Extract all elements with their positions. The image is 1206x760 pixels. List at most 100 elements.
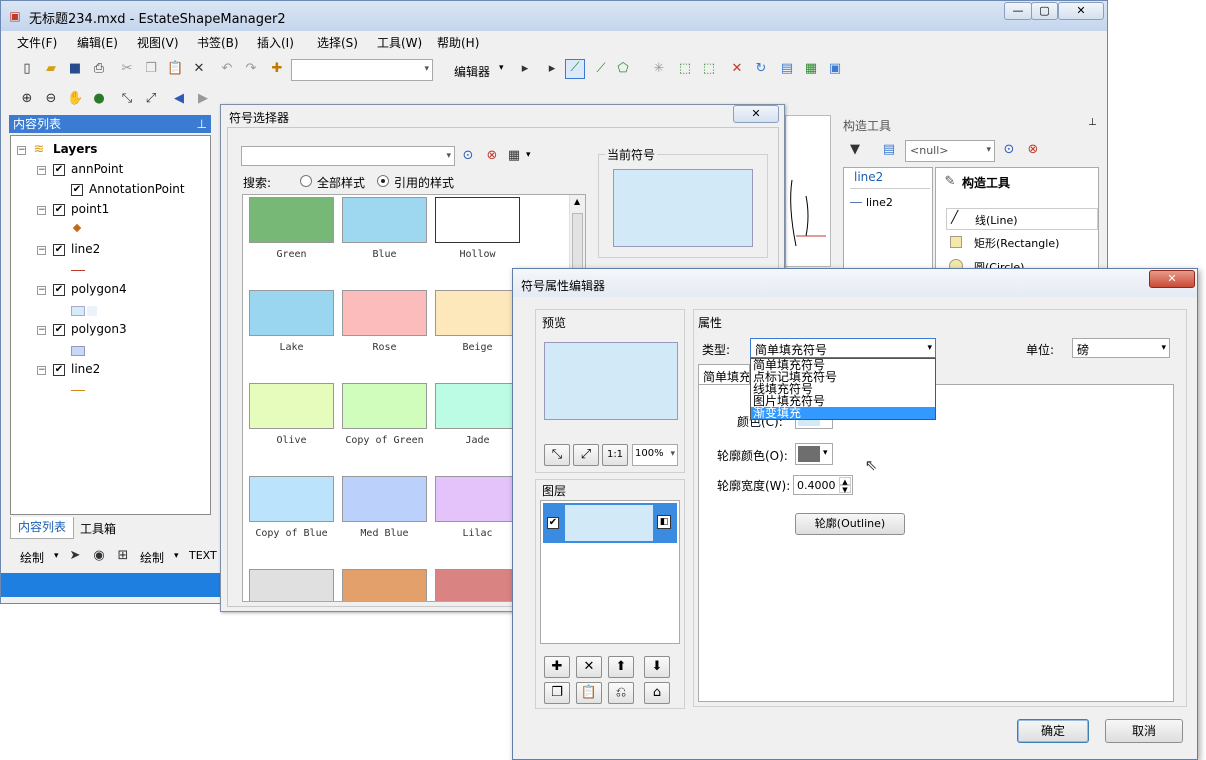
- scroll-up-icon[interactable]: ▲: [574, 197, 580, 206]
- cut-icon[interactable]: ✂: [119, 61, 135, 77]
- symbol-swatch[interactable]: [342, 569, 427, 601]
- draw-menu-2[interactable]: 绘制: [140, 549, 164, 566]
- paste-layer-icon[interactable]: 📋: [576, 682, 602, 704]
- menu-file[interactable]: 文件(F): [17, 34, 57, 51]
- pin-icon[interactable]: ⊥: [197, 115, 207, 133]
- maximize-button[interactable]: ▢: [1031, 2, 1058, 20]
- sketch-tool-icon[interactable]: ⟋: [593, 61, 609, 77]
- collapse-icon[interactable]: −: [37, 206, 46, 215]
- symbol-swatch[interactable]: [249, 197, 334, 243]
- style-combo[interactable]: ▾: [241, 146, 455, 166]
- scroll-thumb[interactable]: [572, 213, 583, 269]
- tool-line[interactable]: ╱ 线(Line): [946, 208, 1098, 230]
- draw-dropdown-icon[interactable]: ▾: [54, 551, 59, 561]
- editor-dropdown-icon[interactable]: ▾: [499, 63, 504, 73]
- polygon-tool-icon[interactable]: ⬠: [615, 61, 631, 77]
- layer-checkbox[interactable]: ✔: [53, 284, 65, 296]
- simple-fill-tab[interactable]: 简单填充: [698, 364, 750, 384]
- symbol-swatch[interactable]: [249, 476, 334, 522]
- paste-icon[interactable]: 📋: [167, 61, 183, 77]
- reshape-icon[interactable]: ⬚: [677, 61, 693, 77]
- layer-lock-icon[interactable]: ◧: [657, 515, 671, 529]
- outline-button[interactable]: 轮廓(Outline): [795, 513, 905, 535]
- menu-insert[interactable]: 插入(I): [257, 34, 294, 51]
- collapse-icon[interactable]: −: [37, 246, 46, 255]
- type-dropdown-list[interactable]: 简单填充符号 点标记填充符号 线填充符号 图片填充符号 渐变填充: [750, 358, 936, 420]
- unit-combo[interactable]: 磅 ▾: [1072, 338, 1170, 358]
- symbol-layer-row[interactable]: ✔ ◧: [543, 503, 677, 543]
- sublayer-name[interactable]: AnnotationPoint: [89, 182, 185, 196]
- layers-root[interactable]: Layers: [53, 142, 97, 156]
- full-extent-icon[interactable]: ●: [91, 91, 107, 107]
- undo-icon[interactable]: ↶: [219, 61, 235, 77]
- radio-all-label[interactable]: 全部样式: [317, 174, 365, 191]
- tag-layer-icon[interactable]: ⌂: [644, 682, 670, 704]
- zoom-combo[interactable]: 100% ▾: [632, 444, 678, 466]
- delete-icon[interactable]: ✕: [191, 61, 207, 77]
- rotate-icon[interactable]: ↻: [753, 61, 769, 77]
- symbol-swatch[interactable]: [342, 197, 427, 243]
- move-down-icon[interactable]: ⬇: [644, 656, 670, 678]
- zoom-whole-icon[interactable]: ⊞: [115, 548, 131, 564]
- save-icon[interactable]: ■: [67, 61, 83, 77]
- add-layer-icon[interactable]: ✚: [544, 656, 570, 678]
- copy-icon[interactable]: ❐: [143, 61, 159, 77]
- editor-close-button[interactable]: ✕: [1149, 270, 1195, 288]
- split-tool-icon[interactable]: ✳: [651, 61, 667, 77]
- sublayer-checkbox[interactable]: ✔: [71, 184, 83, 196]
- clear-search-icon[interactable]: ⊗: [484, 148, 500, 164]
- layer-checkbox[interactable]: ✔: [53, 164, 65, 176]
- tab-toolbox[interactable]: 工具箱: [80, 520, 116, 537]
- actual-size-icon[interactable]: 1:1: [602, 444, 628, 466]
- radio-referenced-styles[interactable]: [377, 175, 389, 187]
- view-mode-icon[interactable]: ▦: [506, 148, 522, 164]
- view-dropdown-icon[interactable]: ▾: [526, 150, 531, 160]
- menu-help[interactable]: 帮助(H): [437, 34, 479, 51]
- spin-down-icon[interactable]: ▼: [839, 485, 851, 494]
- layer-checkbox[interactable]: ✔: [53, 324, 65, 336]
- search-icon[interactable]: ⊙: [460, 148, 476, 164]
- search-icon[interactable]: ⊙: [1001, 142, 1017, 158]
- collapse-icon[interactable]: −: [37, 326, 46, 335]
- back-icon[interactable]: ◀: [171, 91, 187, 107]
- rotate-element-icon[interactable]: ◉: [91, 548, 107, 564]
- zoom-out-preview-icon[interactable]: ⤢: [573, 444, 599, 466]
- outline-color-picker[interactable]: ▾: [795, 443, 833, 465]
- sketch-properties-icon[interactable]: ▦: [803, 61, 819, 77]
- reset-layer-icon[interactable]: ⎌: [608, 682, 634, 704]
- selector-close-button[interactable]: ✕: [733, 105, 779, 123]
- radio-ref-label[interactable]: 引用的样式: [394, 174, 454, 191]
- add-data-icon[interactable]: ✚: [269, 61, 285, 77]
- draw-menu[interactable]: 绘制: [20, 549, 44, 566]
- editor-menu-label[interactable]: 编辑器: [454, 63, 490, 80]
- layer-list-icon[interactable]: ▤: [881, 142, 897, 158]
- collapse-icon[interactable]: −: [37, 286, 46, 295]
- menu-view[interactable]: 视图(V): [137, 34, 179, 51]
- radio-all-styles[interactable]: [300, 175, 312, 187]
- select-elements-icon[interactable]: ➤: [67, 548, 83, 564]
- zoom-out-icon[interactable]: ⊖: [43, 91, 59, 107]
- create-features-icon[interactable]: ▣: [827, 61, 843, 77]
- menu-select[interactable]: 选择(S): [317, 34, 358, 51]
- print-icon[interactable]: ⎙: [91, 61, 107, 77]
- attributes-icon[interactable]: ▤: [779, 61, 795, 77]
- type-option-selected[interactable]: 渐变填充: [751, 407, 935, 419]
- layer-name[interactable]: point1: [71, 202, 109, 216]
- filter-icon[interactable]: ▼: [847, 142, 863, 158]
- fixed-zoom-in-icon[interactable]: ⤡: [119, 91, 135, 107]
- layer-checkbox[interactable]: ✔: [53, 364, 65, 376]
- close-button[interactable]: ✕: [1058, 2, 1104, 20]
- symbol-swatch[interactable]: [342, 476, 427, 522]
- layer-name[interactable]: line2: [71, 242, 100, 256]
- layer-checkbox[interactable]: ✔: [53, 204, 65, 216]
- symbol-swatch[interactable]: [435, 197, 520, 243]
- open-folder-icon[interactable]: ▰: [43, 61, 59, 77]
- collapse-icon[interactable]: −: [37, 366, 46, 375]
- layer-name[interactable]: polygon3: [71, 322, 127, 336]
- ok-button[interactable]: 确定: [1017, 719, 1089, 743]
- collapse-icon[interactable]: −: [37, 166, 46, 175]
- fixed-zoom-out-icon[interactable]: ⤢: [143, 91, 159, 107]
- spin-up-icon[interactable]: ▲: [839, 477, 851, 486]
- type-combo[interactable]: 简单填充符号 ▾: [750, 338, 936, 358]
- cut-polygon-icon[interactable]: ✕: [729, 61, 745, 77]
